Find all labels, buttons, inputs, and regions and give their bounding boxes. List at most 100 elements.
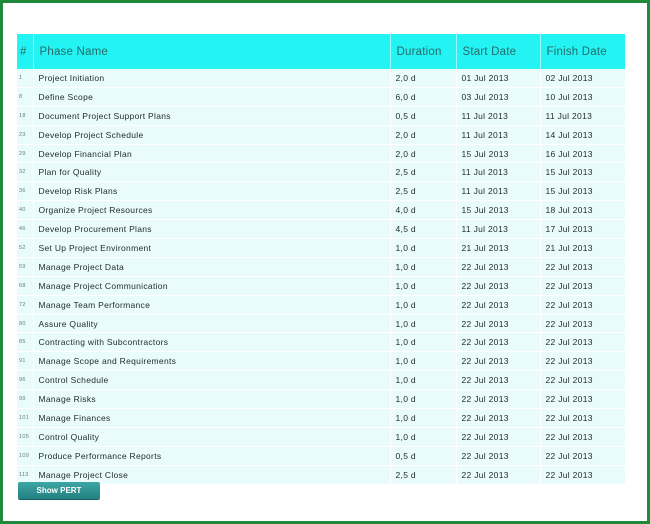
cell-duration: 4,5 d: [390, 219, 457, 240]
cell-number: 52: [17, 238, 34, 258]
table-row[interactable]: 80 Assure Quality 1,0 d 22 Jul 2013 22 Jul 2…: [17, 314, 625, 334]
cell-duration: 1,0 d: [390, 351, 457, 372]
table-row[interactable]: 72 Manage Team Performance 1,0 d 22 Jul 201…: [17, 295, 625, 315]
show-pert-button[interactable]: Show PERT: [18, 482, 100, 499]
cell-finish-date: 17 Jul 2013: [540, 219, 625, 240]
cell-duration: 1,0 d: [390, 370, 457, 391]
cell-phase-name: Organize Project Resources: [33, 200, 391, 221]
cell-number: 85: [17, 332, 34, 353]
table-row[interactable]: 99 Manage Risks 1,0 d 22 Jul 2013 22 Jul 201…: [17, 389, 625, 410]
cell-number: 105: [17, 427, 34, 447]
table-row[interactable]: 1 Project Initiation 2,0 d 01 Jul 2013 02 Ju…: [17, 69, 625, 88]
table-row[interactable]: 46 Develop Procurement Plans 4,5 d 11 Jul 2…: [17, 219, 625, 240]
column-header-finish-date[interactable]: Finish Date: [540, 34, 625, 69]
column-header-phase-name[interactable]: Phase Name: [33, 34, 391, 69]
cell-start-date: 22 Jul 2013: [456, 427, 541, 447]
cell-finish-date: 22 Jul 2013: [540, 389, 625, 410]
phase-table-container: # Phase Name Duration Start Date Finish …: [17, 34, 625, 485]
cell-start-date: 21 Jul 2013: [456, 238, 541, 258]
cell-number: 72: [17, 295, 34, 315]
cell-start-date: 03 Jul 2013: [456, 87, 541, 107]
cell-phase-name: Plan for Quality: [33, 162, 391, 183]
cell-duration: 0,5 d: [390, 106, 457, 126]
cell-start-date: 15 Jul 2013: [456, 200, 541, 221]
cell-phase-name: Project Initiation: [33, 69, 391, 88]
cell-duration: 4,0 d: [390, 200, 457, 221]
table-row[interactable]: 40 Organize Project Resources 4,0 d 15 Jul …: [17, 200, 625, 221]
cell-duration: 2,0 d: [390, 125, 457, 145]
table-row[interactable]: 52 Set Up Project Environment 1,0 d 21 Jul …: [17, 238, 625, 258]
cell-duration: 1,0 d: [390, 276, 457, 296]
cell-start-date: 11 Jul 2013: [456, 106, 541, 126]
cell-start-date: 11 Jul 2013: [456, 219, 541, 240]
cell-start-date: 22 Jul 2013: [456, 276, 541, 296]
cell-phase-name: Manage Project Communication: [33, 276, 391, 296]
cell-number: 23: [17, 125, 34, 145]
phase-table: # Phase Name Duration Start Date Finish …: [17, 34, 625, 485]
table-row[interactable]: 85 Contracting with Subcontractors 1,0 d 22…: [17, 332, 625, 353]
cell-start-date: 11 Jul 2013: [456, 162, 541, 183]
cell-phase-name: Develop Risk Plans: [33, 181, 391, 202]
table-row[interactable]: 29 Develop Financial Plan 2,0 d 15 Jul 2013…: [17, 144, 625, 164]
table-row[interactable]: 8 Define Scope 6,0 d 03 Jul 2013 10 Jul 2013: [17, 87, 625, 107]
cell-finish-date: 15 Jul 2013: [540, 162, 625, 183]
cell-finish-date: 15 Jul 2013: [540, 181, 625, 202]
cell-finish-date: 22 Jul 2013: [540, 465, 625, 485]
table-row[interactable]: 113 Manage Project Close 2,5 d 22 Jul 2013 2…: [17, 465, 625, 485]
cell-start-date: 11 Jul 2013: [456, 181, 541, 202]
cell-finish-date: 16 Jul 2013: [540, 144, 625, 164]
table-body: 1 Project Initiation 2,0 d 01 Jul 2013 02 Ju…: [17, 69, 625, 485]
cell-phase-name: Manage Risks: [33, 389, 391, 410]
table-row[interactable]: 59 Manage Project Data 1,0 d 22 Jul 2013 22 …: [17, 257, 625, 277]
cell-finish-date: 21 Jul 2013: [540, 238, 625, 258]
table-row[interactable]: 68 Manage Project Communication 1,0 d 22 Ju…: [17, 276, 625, 296]
table-row[interactable]: 91 Manage Scope and Requirements 1,0 d 22 J…: [17, 351, 625, 372]
cell-number: 36: [17, 181, 34, 202]
cell-duration: 2,0 d: [390, 69, 457, 88]
cell-start-date: 22 Jul 2013: [456, 314, 541, 334]
cell-phase-name: Manage Finances: [33, 408, 391, 428]
table-row[interactable]: 96 Control Schedule 1,0 d 22 Jul 2013 22 Jul…: [17, 370, 625, 391]
cell-phase-name: Assure Quality: [33, 314, 391, 334]
cell-duration: 1,0 d: [390, 427, 457, 447]
cell-duration: 0,5 d: [390, 446, 457, 466]
cell-number: 96: [17, 370, 34, 391]
cell-finish-date: 22 Jul 2013: [540, 314, 625, 334]
table-row[interactable]: 23 Develop Project Schedule 2,0 d 11 Jul 20…: [17, 125, 625, 145]
column-header-start-date[interactable]: Start Date: [456, 34, 541, 69]
cell-number: 46: [17, 219, 34, 240]
table-row[interactable]: 101 Manage Finances 1,0 d 22 Jul 2013 22 Jul…: [17, 408, 625, 428]
column-header-number[interactable]: #: [17, 34, 34, 69]
cell-duration: 2,5 d: [390, 162, 457, 183]
table-row[interactable]: 36 Develop Risk Plans 2,5 d 11 Jul 2013 15 J…: [17, 181, 625, 202]
column-header-duration[interactable]: Duration: [390, 34, 457, 69]
cell-phase-name: Develop Financial Plan: [33, 144, 391, 164]
table-row[interactable]: 18 Document Project Support Plans 0,5 d 11 …: [17, 106, 625, 126]
cell-start-date: 22 Jul 2013: [456, 351, 541, 372]
cell-number: 59: [17, 257, 34, 277]
cell-finish-date: 14 Jul 2013: [540, 125, 625, 145]
cell-start-date: 22 Jul 2013: [456, 465, 541, 485]
cell-duration: 1,0 d: [390, 295, 457, 315]
cell-finish-date: 22 Jul 2013: [540, 295, 625, 315]
cell-start-date: 22 Jul 2013: [456, 446, 541, 466]
table-row[interactable]: 32 Plan for Quality 2,5 d 11 Jul 2013 15 Jul…: [17, 162, 625, 183]
cell-phase-name: Contracting with Subcontractors: [33, 332, 391, 353]
cell-finish-date: 22 Jul 2013: [540, 332, 625, 353]
cell-number: 80: [17, 314, 34, 334]
cell-phase-name: Control Quality: [33, 427, 391, 447]
cell-phase-name: Document Project Support Plans: [33, 106, 391, 126]
cell-phase-name: Develop Project Schedule: [33, 125, 391, 145]
cell-phase-name: Manage Scope and Requirements: [33, 351, 391, 372]
cell-number: 8: [17, 87, 34, 107]
cell-phase-name: Produce Performance Reports: [33, 446, 391, 466]
cell-start-date: 15 Jul 2013: [456, 144, 541, 164]
cell-phase-name: Control Schedule: [33, 370, 391, 391]
table-row[interactable]: 109 Produce Performance Reports 0,5 d 22 Ju…: [17, 446, 625, 466]
table-row[interactable]: 105 Control Quality 1,0 d 22 Jul 2013 22 Jul…: [17, 427, 625, 447]
cell-start-date: 22 Jul 2013: [456, 389, 541, 410]
cell-finish-date: 22 Jul 2013: [540, 351, 625, 372]
cell-phase-name: Develop Procurement Plans: [33, 219, 391, 240]
cell-phase-name: Define Scope: [33, 87, 391, 107]
cell-number: 68: [17, 276, 34, 296]
